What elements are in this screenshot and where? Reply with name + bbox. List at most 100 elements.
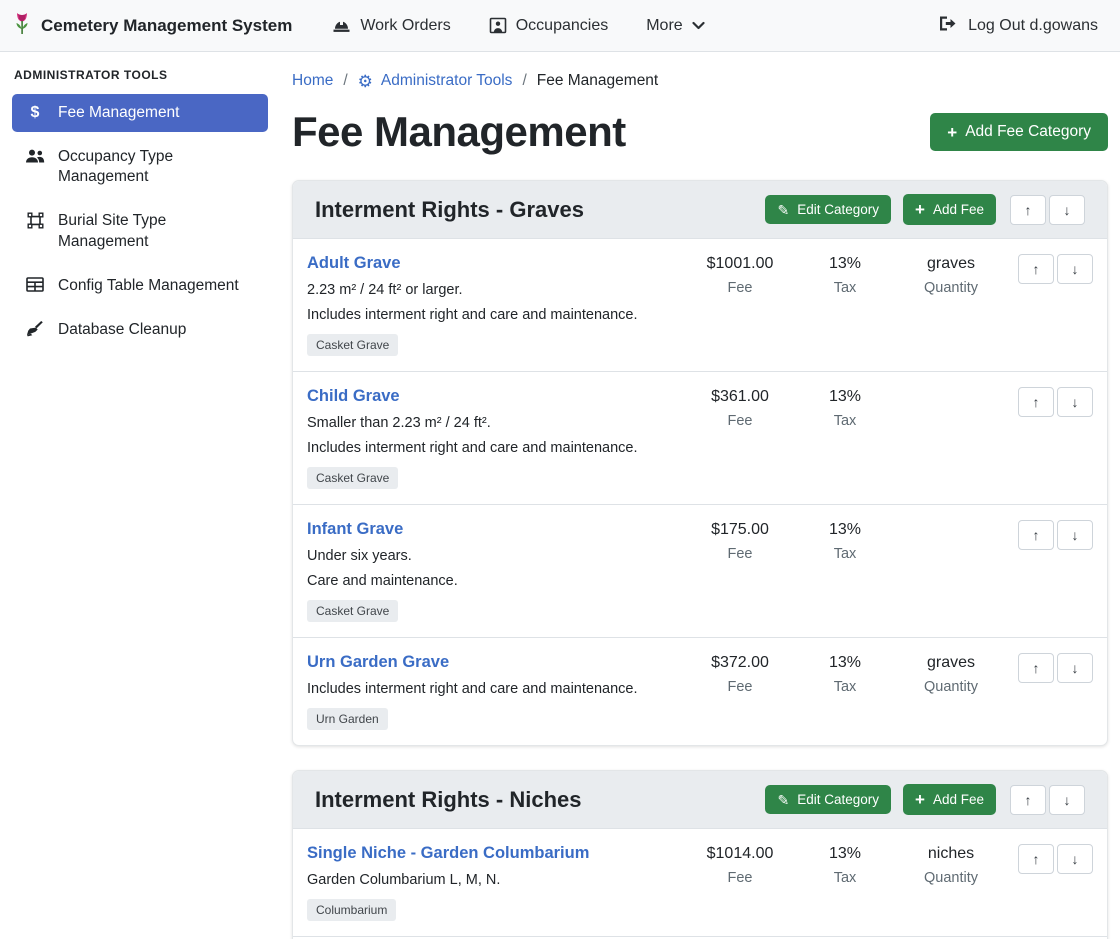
fee-amount-label: Fee: [685, 679, 795, 695]
sidebar-item-config-table-management[interactable]: Config Table Management: [12, 267, 268, 305]
occupant-icon: [489, 17, 507, 34]
move-fee-up-button[interactable]: ↑: [1018, 254, 1054, 284]
top-navbar: Cemetery Management System Work Orders O…: [0, 0, 1120, 52]
fee-description: Under six years.: [307, 548, 685, 564]
nav-work-orders-label: Work Orders: [360, 17, 450, 35]
fee-tag: Casket Grave: [307, 467, 398, 489]
fee-tax-label: Tax: [795, 280, 895, 296]
breadcrumb-admin-tools-label: Administrator Tools: [381, 72, 513, 90]
fee-amount: $1001.00: [685, 255, 795, 273]
fee-description: Garden Columbarium L, M, N.: [307, 872, 685, 888]
app-brand[interactable]: Cemetery Management System: [12, 11, 292, 41]
sidebar-item-database-cleanup[interactable]: Database Cleanup: [12, 311, 268, 349]
fee-name-link[interactable]: Child Grave: [307, 387, 400, 406]
edit-category-label: Edit Category: [797, 202, 879, 217]
add-fee-category-label: Add Fee Category: [965, 123, 1091, 141]
edit-category-button[interactable]: ✎ Edit Category: [765, 195, 891, 224]
nav-occupancies-label: Occupancies: [516, 17, 609, 35]
add-fee-category-button[interactable]: + Add Fee Category: [930, 113, 1108, 151]
logout-icon: [938, 15, 958, 37]
fee-name-link[interactable]: Adult Grave: [307, 254, 401, 273]
move-fee-up-button[interactable]: ↑: [1018, 387, 1054, 417]
fee-tag: Urn Garden: [307, 708, 388, 730]
vector-square-icon: [25, 212, 45, 229]
breadcrumb-current: Fee Management: [537, 72, 659, 90]
fee-tax: 13%: [795, 845, 895, 863]
add-fee-button[interactable]: + Add Fee: [903, 194, 996, 225]
move-fee-down-button[interactable]: ↓: [1057, 844, 1093, 874]
chevron-down-icon: [692, 21, 705, 30]
tulip-logo-icon: [12, 11, 32, 41]
logout-button[interactable]: Log Out d.gowans: [934, 7, 1102, 45]
fee-amount-label: Fee: [685, 280, 795, 296]
move-fee-down-button[interactable]: ↓: [1057, 387, 1093, 417]
fee-tag: Casket Grave: [307, 600, 398, 622]
add-fee-button[interactable]: + Add Fee: [903, 784, 996, 815]
fee-tax: 13%: [795, 388, 895, 406]
sidebar-item-label: Database Cleanup: [58, 320, 186, 340]
move-fee-up-button[interactable]: ↑: [1018, 520, 1054, 550]
arrow-up-icon: ↑: [1025, 202, 1032, 218]
fee-tax-label: Tax: [795, 413, 895, 429]
edit-category-label: Edit Category: [797, 792, 879, 807]
breadcrumb-home-link[interactable]: Home: [292, 72, 333, 90]
users-icon: [25, 148, 45, 164]
move-fee-down-button[interactable]: ↓: [1057, 653, 1093, 683]
arrow-down-icon: ↓: [1072, 851, 1079, 867]
fee-tax-label: Tax: [795, 679, 895, 695]
fee-amount-label: Fee: [685, 546, 795, 562]
fee-description: Includes interment right and care and ma…: [307, 307, 685, 323]
edit-category-button[interactable]: ✎ Edit Category: [765, 785, 891, 814]
category-card-graves: Interment Rights - Graves ✎ Edit Categor…: [292, 180, 1108, 746]
move-fee-up-button[interactable]: ↑: [1018, 653, 1054, 683]
move-category-up-button[interactable]: ↑: [1010, 785, 1046, 815]
pencil-icon: ✎: [777, 203, 789, 217]
category-title: Interment Rights - Niches: [315, 787, 753, 813]
move-category-up-button[interactable]: ↑: [1010, 195, 1046, 225]
fee-tag: Columbarium: [307, 899, 396, 921]
fee-quantity: graves: [895, 255, 1007, 273]
fee-tax-label: Tax: [795, 546, 895, 562]
nav-work-orders[interactable]: Work Orders: [318, 9, 464, 43]
fee-name-link[interactable]: Infant Grave: [307, 520, 403, 539]
move-fee-down-button[interactable]: ↓: [1057, 520, 1093, 550]
arrow-down-icon: ↓: [1064, 202, 1071, 218]
sidebar-item-label: Burial Site Type Management: [58, 211, 255, 251]
fee-description: Care and maintenance.: [307, 573, 685, 589]
plus-icon: +: [947, 124, 957, 141]
nav-occupancies[interactable]: Occupancies: [475, 9, 623, 43]
page-title: Fee Management: [292, 108, 626, 156]
breadcrumb-admin-tools-link[interactable]: ⚙ Administrator Tools: [358, 72, 513, 90]
fee-row: Infant Grave Under six years. Care and m…: [293, 504, 1107, 637]
plus-icon: +: [915, 201, 925, 218]
fee-quantity-label: Quantity: [895, 679, 1007, 695]
fee-name-link[interactable]: Urn Garden Grave: [307, 653, 449, 672]
fee-row: Child Grave Smaller than 2.23 m² / 24 ft…: [293, 371, 1107, 504]
move-category-down-button[interactable]: ↓: [1049, 195, 1085, 225]
nav-more-label: More: [646, 17, 682, 35]
fee-name-link[interactable]: Single Niche - Garden Columbarium: [307, 844, 589, 863]
sidebar-item-occupancy-type-management[interactable]: Occupancy Type Management: [12, 138, 268, 196]
arrow-down-icon: ↓: [1072, 660, 1079, 676]
fee-row: Adult Grave 2.23 m² / 24 ft² or larger. …: [293, 238, 1107, 371]
gear-icon: ⚙: [358, 73, 373, 90]
arrow-up-icon: ↑: [1033, 394, 1040, 410]
arrow-up-icon: ↑: [1033, 660, 1040, 676]
fee-amount: $372.00: [685, 654, 795, 672]
main-content: Home / ⚙ Administrator Tools / Fee Manag…: [280, 52, 1120, 939]
table-icon: [25, 277, 45, 292]
add-fee-label: Add Fee: [933, 792, 984, 807]
sidebar-item-label: Config Table Management: [58, 276, 239, 296]
sidebar-item-burial-site-type-management[interactable]: Burial Site Type Management: [12, 202, 268, 260]
add-fee-label: Add Fee: [933, 202, 984, 217]
nav-more[interactable]: More: [632, 9, 718, 43]
fee-description: Includes interment right and care and ma…: [307, 681, 685, 697]
move-category-down-button[interactable]: ↓: [1049, 785, 1085, 815]
fee-amount: $1014.00: [685, 845, 795, 863]
move-fee-up-button[interactable]: ↑: [1018, 844, 1054, 874]
fee-description: 2.23 m² / 24 ft² or larger.: [307, 282, 685, 298]
sidebar-item-fee-management[interactable]: $ Fee Management: [12, 94, 268, 132]
move-fee-down-button[interactable]: ↓: [1057, 254, 1093, 284]
fee-tax: 13%: [795, 654, 895, 672]
fee-tag: Casket Grave: [307, 334, 398, 356]
